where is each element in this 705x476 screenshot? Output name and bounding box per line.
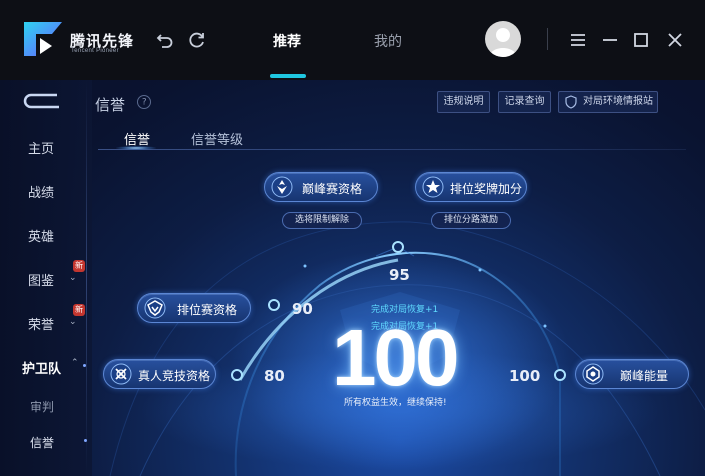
tab-divider <box>98 149 686 150</box>
menu-icon[interactable] <box>568 30 588 50</box>
credit-score: 100 <box>332 313 459 402</box>
shield-icon <box>565 95 577 109</box>
chevron-up-icon[interactable]: ⌃ <box>71 358 79 368</box>
peak-energy[interactable]: 巅峰能量 <box>575 359 689 389</box>
titlebar-divider <box>547 28 548 50</box>
chevron-down-icon[interactable]: ⌄ <box>69 317 77 327</box>
medal-icon <box>422 176 444 198</box>
peak-match-icon <box>271 176 293 198</box>
close-icon[interactable] <box>665 30 685 50</box>
back-icon[interactable] <box>23 93 61 109</box>
match-environment-button[interactable]: 对局环境情报站 <box>558 91 658 113</box>
violation-rules-button[interactable]: 违规说明 <box>437 91 490 113</box>
sidebar-item-honor[interactable]: 荣誉 <box>28 314 54 333</box>
human-match-qualification[interactable]: 真人竞技资格 <box>103 359 216 389</box>
energy-icon <box>582 363 604 385</box>
chevron-down-icon[interactable]: ⌄ <box>69 273 77 283</box>
record-query-button[interactable]: 记录查询 <box>498 91 551 113</box>
milestone-node <box>231 369 243 381</box>
peak-energy-label: 巅峰能量 <box>620 369 669 383</box>
rank-medal-label: 排位奖牌加分 <box>450 182 523 196</box>
page-title: 信誉 <box>95 96 126 114</box>
avatar[interactable] <box>485 21 521 57</box>
human-match-icon <box>110 363 132 385</box>
ranked-icon <box>144 297 166 319</box>
tencent-pioneer-logo <box>24 22 62 56</box>
undo-icon[interactable] <box>155 30 175 50</box>
maximize-icon[interactable] <box>631 30 651 50</box>
sidebar-item-home[interactable]: 主页 <box>28 138 54 157</box>
credit-scale-arc <box>109 221 705 476</box>
sidebar-divider <box>86 80 87 476</box>
milestone-node <box>392 241 404 253</box>
nav-tab-mine[interactable]: 我的 <box>374 31 402 51</box>
ranked-match-qualification[interactable]: 排位赛资格 <box>137 293 251 323</box>
rank-medal-bonus[interactable]: 排位奖牌加分 <box>415 172 527 202</box>
new-badge: 新 <box>73 304 85 316</box>
credit-page: 主页 战绩 英雄 图鉴 新 ⌄ 荣誉 新 ⌄ 护卫队 ⌃ 审判 信誉 信誉 ? … <box>0 80 705 476</box>
user-avatar-icon <box>489 28 517 57</box>
peak-match-qualification[interactable]: 巅峰赛资格 <box>264 172 378 202</box>
tab-active-indicator <box>116 146 156 150</box>
sidebar-item-judge[interactable]: 审判 <box>30 398 54 415</box>
sidebar-item-credit[interactable]: 信誉 <box>30 434 54 451</box>
milestone-95: 95 <box>389 266 410 284</box>
lane-incentive-note: 排位分路激励 <box>431 212 511 229</box>
minimize-icon[interactable] <box>600 30 620 50</box>
sidebar: 主页 战绩 英雄 图鉴 新 ⌄ 荣誉 新 ⌄ 护卫队 ⌃ 审判 信誉 <box>0 80 92 476</box>
refresh-icon[interactable] <box>187 30 207 50</box>
milestone-node <box>268 299 280 311</box>
new-badge: 新 <box>73 260 85 272</box>
sidebar-item-record[interactable]: 战绩 <box>28 182 54 201</box>
tab-credit-level[interactable]: 信誉等级 <box>191 129 243 148</box>
nav-active-indicator <box>270 74 306 78</box>
sidebar-item-gallery[interactable]: 图鉴 <box>28 270 54 289</box>
milestone-80: 80 <box>264 367 285 385</box>
hero-restriction-note: 选将限制解除 <box>282 212 362 229</box>
match-environment-label: 对局环境情报站 <box>583 96 653 107</box>
milestone-90: 90 <box>292 300 313 318</box>
ranked-label: 排位赛资格 <box>177 303 238 317</box>
nav-tab-recommend[interactable]: 推荐 <box>273 31 301 51</box>
milestone-100: 100 <box>509 367 541 385</box>
title-bar: 腾讯先锋 Tencent Pioneer 推荐 我的 <box>0 0 705 80</box>
sidebar-item-heroes[interactable]: 英雄 <box>28 226 54 245</box>
sidebar-item-guard[interactable]: 护卫队 <box>22 358 61 377</box>
peak-match-label: 巅峰赛资格 <box>302 182 363 196</box>
milestone-node <box>554 369 566 381</box>
brand-subtitle: Tencent Pioneer <box>71 48 119 54</box>
human-match-label: 真人竞技资格 <box>138 369 211 383</box>
credit-status-message: 所有权益生效，继续保持! <box>344 398 447 408</box>
